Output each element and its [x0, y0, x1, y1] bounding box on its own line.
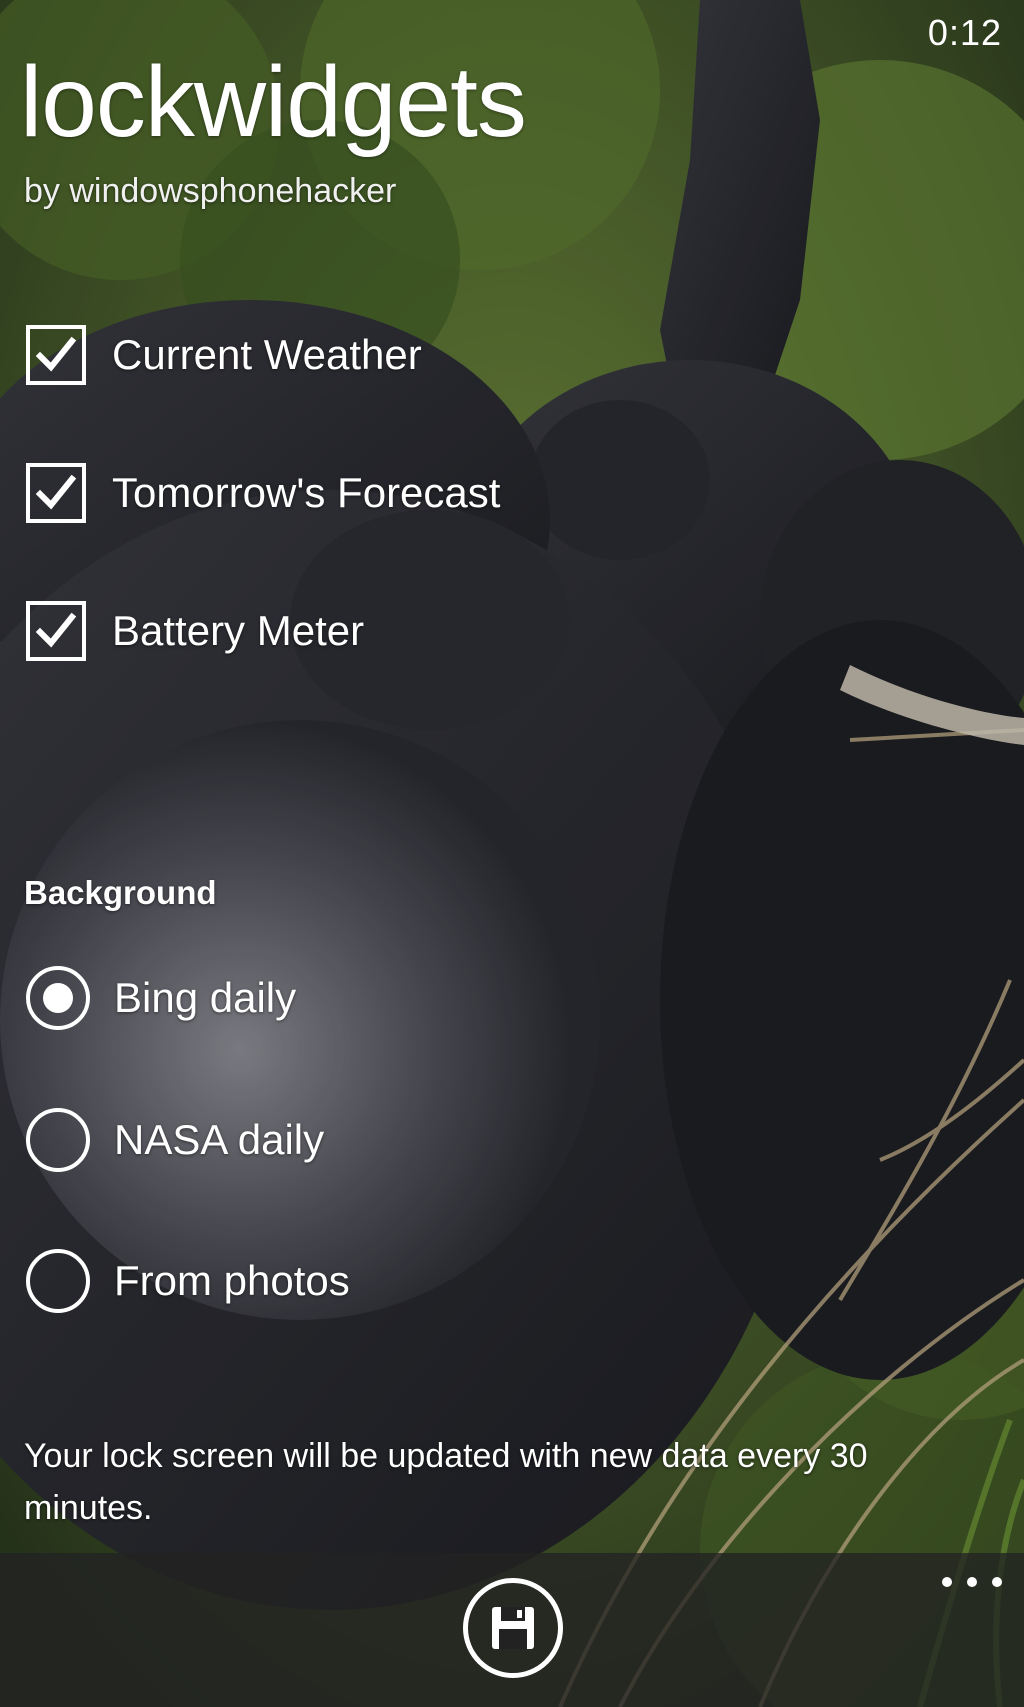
checkbox-label: Current Weather: [112, 331, 422, 378]
app-title: lockwidgets: [20, 46, 527, 158]
checkbox-current-weather[interactable]: Current Weather: [26, 320, 422, 390]
radio-label: From photos: [114, 1257, 350, 1304]
checkbox-tomorrows-forecast[interactable]: Tomorrow's Forecast: [26, 458, 500, 528]
ellipsis-icon-dot: [967, 1577, 977, 1587]
radio-label: NASA daily: [114, 1116, 325, 1163]
ellipsis-icon-dot: [942, 1577, 952, 1587]
status-clock: 0:12: [927, 12, 1002, 53]
checkbox-label: Tomorrow's Forecast: [112, 469, 501, 516]
radio-bing-daily[interactable]: Bing daily: [26, 963, 296, 1033]
application-bar: [0, 1553, 1024, 1707]
radio-unselected-icon[interactable]: [26, 1249, 90, 1313]
checkbox-checked-icon[interactable]: [26, 463, 86, 523]
update-info-text: Your lock screen will be updated with ne…: [24, 1437, 868, 1527]
radio-unselected-icon[interactable]: [26, 1108, 90, 1172]
radio-label: Bing daily: [114, 974, 297, 1021]
radio-nasa-daily[interactable]: NASA daily: [26, 1105, 324, 1175]
save-floppy-icon: [492, 1607, 534, 1649]
radio-selected-icon[interactable]: [26, 966, 90, 1030]
checkbox-checked-icon[interactable]: [26, 325, 86, 385]
checkbox-checked-icon[interactable]: [26, 601, 86, 661]
checkbox-label: Battery Meter: [112, 607, 365, 654]
more-options-button[interactable]: [942, 1567, 1002, 1597]
radio-dot: [43, 983, 73, 1013]
radio-from-photos[interactable]: From photos: [26, 1246, 350, 1316]
save-button[interactable]: [463, 1578, 563, 1678]
checkbox-battery-meter[interactable]: Battery Meter: [26, 596, 364, 666]
app-subtitle: by windowsphonehacker: [24, 172, 397, 210]
background-section-header: Background: [24, 874, 217, 911]
ellipsis-icon-dot: [992, 1577, 1002, 1587]
